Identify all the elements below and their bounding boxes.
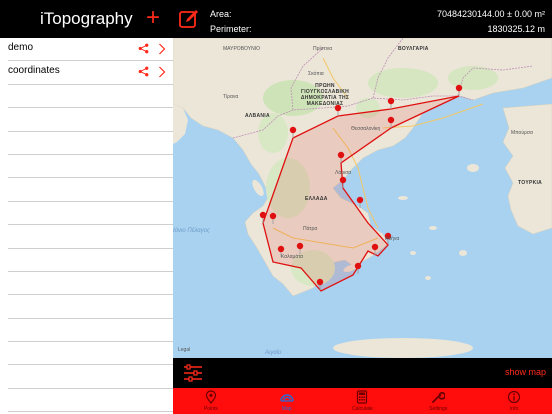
sidebar-header: iTopography + — [0, 0, 173, 38]
share-icon[interactable] — [138, 43, 149, 54]
empty-row — [8, 85, 173, 109]
marker-pin-icon[interactable] — [356, 196, 364, 208]
project-label: coordinates — [8, 65, 60, 77]
sidebar: iTopography + demo coordinates — [0, 0, 173, 414]
map-label: Αιγαίο — [265, 350, 282, 356]
marker-pin-icon[interactable] — [296, 242, 304, 254]
tab-label: Info — [509, 406, 519, 412]
marker-pin-icon[interactable] — [387, 116, 395, 128]
list-item[interactable]: demo — [8, 38, 173, 62]
perimeter-label: Perimeter: — [210, 24, 252, 34]
list-item[interactable]: coordinates — [8, 61, 173, 85]
map-label: Τίρανα — [223, 94, 239, 100]
map-label: Λάρισα — [335, 170, 352, 176]
tab-label: Settings — [429, 406, 448, 412]
app-title: iTopography — [40, 9, 133, 28]
map-label: ΠΡΩΗΝ ΓΙΟΥΓΚΟΣΛΑΒΙΚΗ ΔΗΜΟΚΡΑΤΙΑ ΤΗΣ ΜΑΚΕ… — [300, 83, 350, 107]
marker-pin-icon[interactable] — [455, 84, 463, 96]
marker-pin-icon[interactable] — [316, 278, 324, 290]
app-window: iTopography + demo coordinates Area: Per… — [0, 0, 552, 414]
project-label: demo — [8, 42, 34, 53]
tab-label: Points — [203, 406, 218, 412]
marker-pin-icon[interactable] — [339, 176, 347, 188]
marker-pin-icon[interactable] — [269, 212, 277, 224]
project-list: demo coordinates — [0, 38, 173, 414]
map-header: Area: Perimeter: 70484230144.00 ± 0.00 m… — [173, 0, 552, 38]
marker-pin-icon[interactable] — [337, 151, 345, 163]
tab-settings[interactable]: Settings — [400, 388, 476, 414]
marker-pin-icon[interactable] — [259, 211, 267, 223]
map-label: ΤΟΥΡΚΙΑ — [518, 180, 543, 186]
map-icon — [279, 394, 294, 402]
chevron-right-icon[interactable] — [158, 66, 166, 78]
show-map-button[interactable]: show map — [505, 367, 546, 377]
land-turkey — [502, 103, 552, 235]
map-label: Μπούρσα — [511, 130, 533, 136]
tab-label: Calculate — [352, 406, 373, 412]
empty-row — [8, 272, 173, 296]
empty-row — [8, 295, 173, 319]
map-label: Καλαμάτα — [281, 254, 304, 260]
marker-pin-icon[interactable] — [371, 243, 379, 255]
map-label: ΜΑΥΡΟΒΟΥΝΙΟ — [223, 46, 260, 52]
empty-row — [8, 365, 173, 389]
marker-pin-icon[interactable] — [289, 126, 297, 138]
add-icon[interactable]: + — [144, 6, 162, 30]
empty-row — [8, 155, 173, 179]
perimeter-value: 1830325.12 m — [487, 24, 545, 34]
empty-row — [8, 202, 173, 226]
map-label: Θεσσαλονίκη — [351, 126, 381, 132]
map-label: Πρίστινα — [313, 46, 333, 52]
wrench-icon — [432, 391, 446, 403]
map-label: Πάτρα — [303, 226, 318, 232]
map-label: Ιόνιο Πέλαγος — [173, 228, 210, 234]
filter-icon[interactable] — [183, 363, 203, 383]
map-label: ΑΛΒΑΝΙΑ — [245, 113, 270, 119]
empty-row — [8, 225, 173, 249]
area-value: 70484230144.00 ± 0.00 m² — [436, 9, 545, 19]
marker-pin-icon[interactable] — [354, 262, 362, 274]
map-label: Σκόπια — [308, 71, 324, 77]
legal-link[interactable]: Legal — [178, 347, 190, 353]
tab-map[interactable]: Map — [249, 388, 325, 414]
marker-pin-icon[interactable] — [387, 97, 395, 109]
empty-row — [8, 249, 173, 272]
empty-row — [8, 319, 173, 343]
share-icon[interactable] — [138, 66, 149, 77]
pin-icon — [205, 390, 216, 404]
empty-row — [8, 389, 173, 413]
area-label: Area: — [210, 9, 232, 19]
tab-info[interactable]: Info — [476, 388, 552, 414]
tab-calculate[interactable]: Calculate — [325, 388, 401, 414]
map-label: ΕΛΛΑΔΑ — [305, 196, 328, 202]
tab-label: Map — [281, 406, 292, 412]
empty-row — [8, 132, 173, 155]
empty-row — [8, 178, 173, 202]
tab-bar: Points Map Calculate Settings Info — [173, 388, 552, 414]
map-label: ΒΟΥΛΓΑΡΙΑ — [398, 46, 429, 52]
map-view[interactable]: ΜΑΥΡΟΒΟΥΝΙΟ Πρίστινα ΒΟΥΛΓΑΡΙΑ Σκόπια ΠΡ… — [173, 38, 552, 358]
map-panel: Area: Perimeter: 70484230144.00 ± 0.00 m… — [173, 0, 552, 414]
map-label: Αθήνα — [385, 236, 400, 242]
edit-icon[interactable] — [179, 9, 199, 29]
empty-row — [8, 342, 173, 366]
tab-points[interactable]: Points — [173, 388, 249, 414]
calculator-icon — [357, 390, 368, 404]
chevron-right-icon[interactable] — [158, 43, 166, 55]
empty-row — [8, 108, 173, 132]
info-icon — [507, 390, 521, 404]
map-toolbar: show map — [173, 358, 552, 388]
